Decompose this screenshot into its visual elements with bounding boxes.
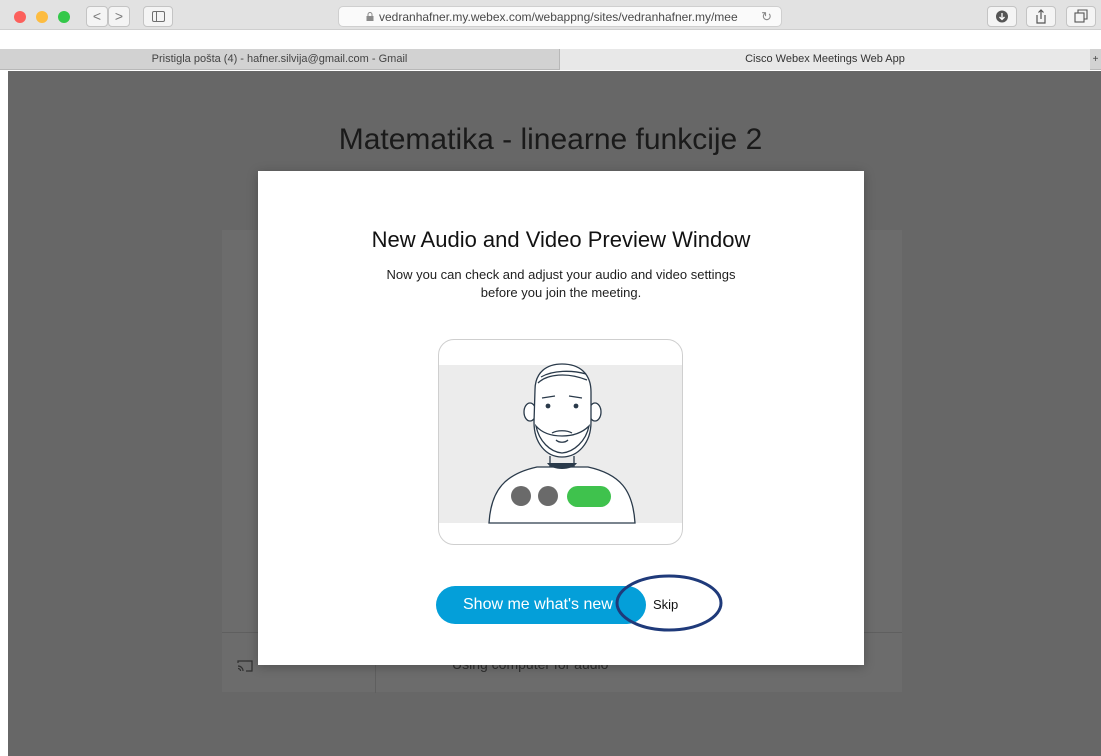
webex-app: Matematika - linearne funkcije 2 Using c… [0,71,1101,756]
window-left-edge [0,71,8,756]
tabs-icon [1074,9,1088,23]
download-icon [996,10,1008,23]
sidebar-toggle-button[interactable] [143,6,173,27]
preview-illustration [438,339,683,545]
lock-icon [366,12,374,21]
forward-button[interactable]: > [108,6,130,27]
tab-webex[interactable]: Cisco Webex Meetings Web App [560,49,1090,70]
address-bar[interactable]: vedranhafner.my.webex.com/webappng/sites… [338,6,782,27]
close-window-button[interactable] [14,11,26,23]
avatar-illustration [488,363,636,524]
download-button[interactable] [987,6,1017,27]
cast-icon [237,660,253,672]
reload-icon[interactable]: ↻ [761,9,772,25]
audio-video-preview-dialog: New Audio and Video Preview Window Now y… [258,171,864,665]
dialog-title: New Audio and Video Preview Window [371,227,751,252]
browser-toolbar: < > vedranhafner.my.webex.com/webappng/s… [0,0,1101,30]
dialog-description: Now you can check and adjust your audio … [258,266,864,302]
tab-overview-button[interactable] [1066,6,1096,27]
back-button[interactable]: < [86,6,108,27]
tab-gmail[interactable]: Pristigla pošta (4) - hafner.silvija@gma… [0,49,560,70]
share-icon [1036,9,1046,24]
sidebar-icon [152,11,165,22]
meeting-title: Matematika - linearne funkcije 2 [338,123,763,156]
annotation-circle [615,574,723,632]
share-button[interactable] [1026,6,1056,27]
browser-chrome: < > vedranhafner.my.webex.com/webappng/s… [0,0,1101,70]
url-text: vedranhafner.my.webex.com/webappng/sites… [379,10,738,24]
minimize-window-button[interactable] [36,11,48,23]
zoom-window-button[interactable] [58,11,70,23]
dialog-description-line2: before you join the meeting. [480,285,642,300]
new-tab-button[interactable]: + [1090,49,1101,70]
dialog-description-line1: Now you can check and adjust your audio … [386,267,736,282]
tab-bar: Pristigla pošta (4) - hafner.silvija@gma… [0,49,1101,70]
